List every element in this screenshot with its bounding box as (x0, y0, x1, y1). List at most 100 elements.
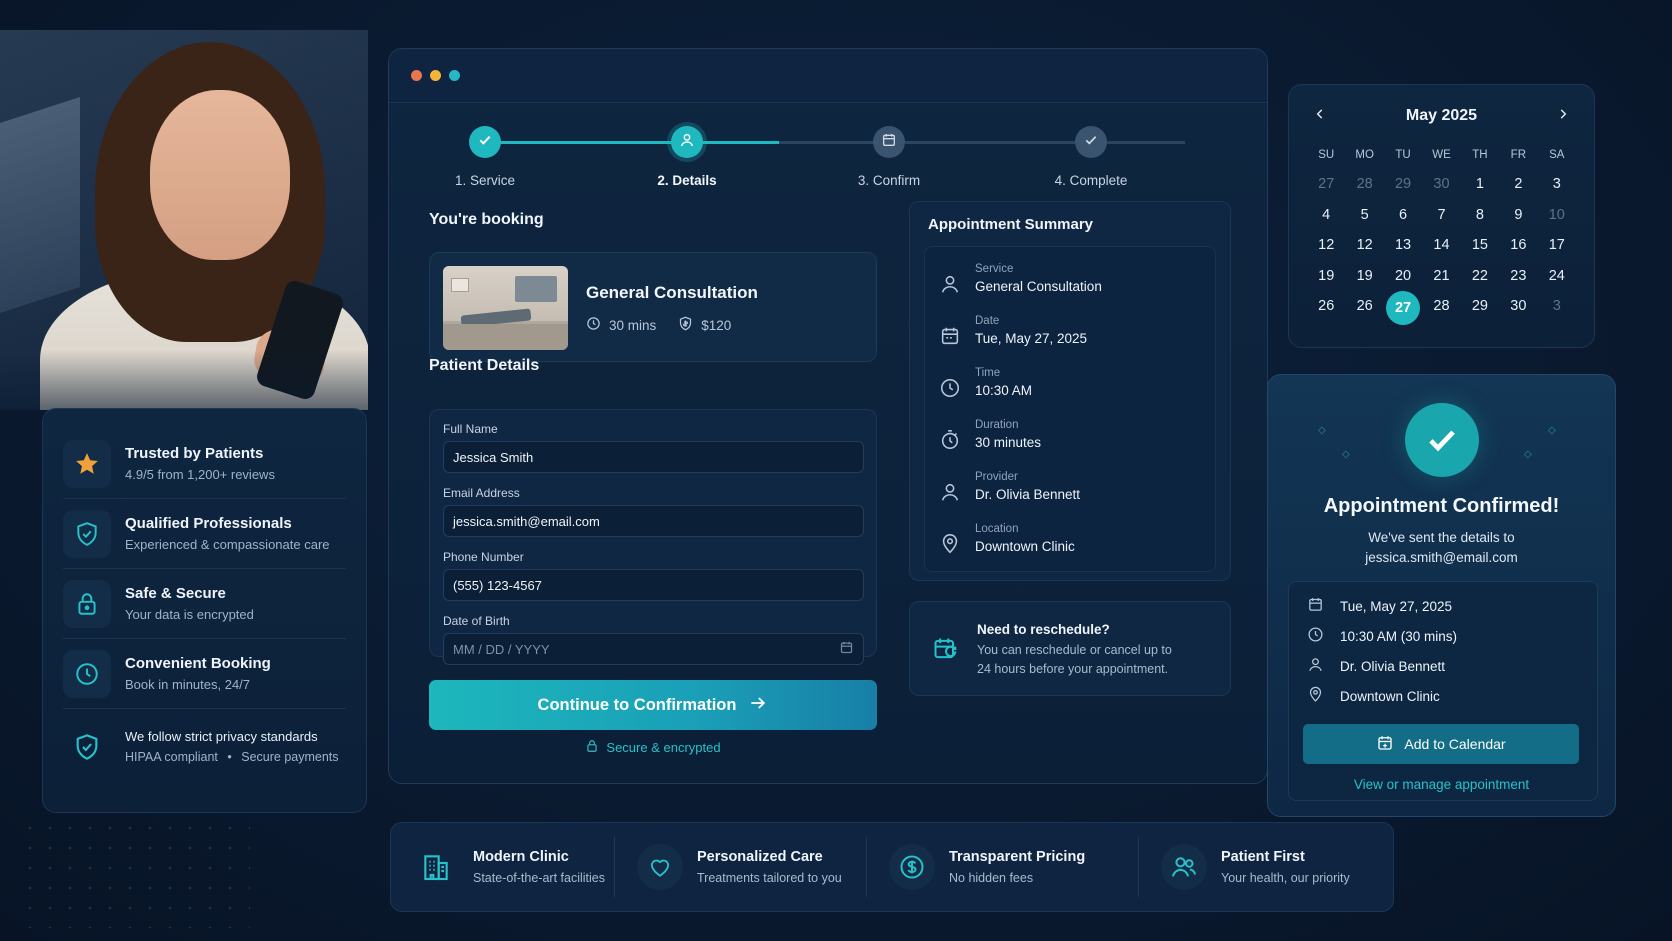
secure-note: Secure & encrypted (429, 739, 877, 756)
calendar-day[interactable]: 3 (1538, 291, 1576, 322)
calendar-day[interactable]: 5 (1345, 200, 1383, 231)
step-4-label[interactable]: 4. Complete (1055, 173, 1128, 188)
window-dot-close[interactable] (411, 70, 422, 81)
window-dot-maximize[interactable] (449, 70, 460, 81)
calendar-day[interactable]: 21 (1422, 261, 1460, 292)
summary-value: Tue, May 27, 2025 (975, 331, 1088, 346)
calendar-day-number: 24 (1548, 267, 1565, 284)
dob-placeholder: MM / DD / YYYY (453, 641, 550, 657)
user-icon (1307, 656, 1324, 676)
privacy-separator: • (227, 750, 232, 764)
clock-icon (1307, 626, 1324, 646)
calendar-day[interactable]: 6 (1384, 200, 1422, 231)
privacy-payments: Secure payments (241, 750, 339, 764)
calendar-day[interactable]: 2 (1499, 169, 1537, 200)
calendar-day[interactable]: 22 (1461, 261, 1499, 292)
calendar-day[interactable]: 20 (1384, 261, 1422, 292)
reschedule-card: Need to reschedule? You can reschedule o… (909, 601, 1231, 696)
calendar-day-selected[interactable]: 27 (1384, 291, 1422, 325)
calendar-refresh-icon (932, 635, 960, 668)
stepper-progress-fill (485, 141, 779, 144)
chevron-right-icon[interactable] (1550, 101, 1576, 132)
calendar-day[interactable]: 30 (1499, 291, 1537, 322)
user-icon (939, 481, 961, 503)
sparkle-decoration: ◇ (1342, 449, 1350, 460)
step-1-label[interactable]: 1. Service (455, 173, 515, 188)
calendar-day[interactable]: 3 (1538, 169, 1576, 200)
phone-field[interactable]: (555) 123-4567 (443, 569, 864, 601)
summary-key: Time (975, 367, 1001, 379)
price-tag-icon (678, 316, 693, 334)
trust-title: Safe & Secure (125, 585, 226, 602)
calendar-icon (1307, 596, 1324, 616)
trust-panel: Trusted by Patients 4.9/5 from 1,200+ re… (42, 408, 367, 813)
calendar-day[interactable]: 15 (1461, 230, 1499, 261)
calendar-day-number: 3 (1552, 176, 1561, 192)
calendar-day[interactable]: 29 (1384, 169, 1422, 200)
calendar-day[interactable]: 16 (1499, 230, 1537, 261)
step-2-circle[interactable] (671, 126, 703, 158)
calendar-day[interactable]: 12 (1345, 230, 1383, 261)
calendar-day[interactable]: 12 (1307, 230, 1345, 261)
calendar-day[interactable]: 1 (1461, 169, 1499, 200)
calendar-day[interactable]: 13 (1384, 230, 1422, 261)
feature-subtitle: No hidden fees (949, 871, 1034, 885)
sparkle-decoration: ◇ (1524, 449, 1532, 460)
add-to-calendar-button[interactable]: Add to Calendar (1303, 724, 1579, 764)
heart-icon (637, 844, 683, 890)
email-field[interactable]: jessica.smith@email.com (443, 505, 864, 537)
step-3-circle[interactable] (873, 126, 905, 158)
calendar-day[interactable]: 19 (1345, 261, 1383, 292)
feature-transparent-pricing: Transparent Pricing No hidden fees (867, 837, 1139, 897)
calendar-day[interactable]: 19 (1307, 261, 1345, 292)
features-bar: Modern Clinic State-of-the-art facilitie… (390, 822, 1394, 912)
step-4-circle[interactable] (1075, 126, 1107, 158)
privacy-title: We follow strict privacy standards (125, 729, 318, 744)
calendar-day[interactable]: 30 (1422, 169, 1460, 200)
full-name-field[interactable]: Jessica Smith (443, 441, 864, 473)
clinic-room-image (443, 266, 568, 350)
booking-window: 1. Service 2. Details 3. Confirm 4. Comp… (388, 48, 1268, 784)
calendar-icon[interactable] (839, 640, 854, 658)
calendar-day[interactable]: 28 (1345, 169, 1383, 200)
check-icon (1083, 132, 1099, 153)
calendar-day[interactable]: 4 (1307, 200, 1345, 231)
calendar-day[interactable]: 14 (1422, 230, 1460, 261)
calendar-day[interactable]: 26 (1345, 291, 1383, 322)
calendar-day[interactable]: 27 (1307, 169, 1345, 200)
calendar-day-number: 23 (1510, 267, 1527, 284)
chevron-left-icon[interactable] (1307, 101, 1333, 132)
calendar-day[interactable]: 17 (1538, 230, 1576, 261)
dob-field[interactable]: MM / DD / YYYY (443, 633, 864, 665)
calendar-day[interactable]: 9 (1499, 200, 1537, 231)
calendar-day[interactable]: 8 (1461, 200, 1499, 231)
calendar-day[interactable]: 24 (1538, 261, 1576, 292)
summary-row-time: Time 10:30 AM (939, 367, 1032, 399)
summary-key: Date (975, 315, 1000, 327)
window-dot-minimize[interactable] (430, 70, 441, 81)
appointment-summary: Appointment Summary Service General Consu… (909, 201, 1231, 581)
continue-button[interactable]: Continue to Confirmation (429, 680, 877, 730)
step-2-label[interactable]: 2. Details (657, 173, 716, 188)
calendar-day[interactable]: 23 (1499, 261, 1537, 292)
full-name-label: Full Name (443, 422, 498, 436)
calendar-day[interactable]: 29 (1461, 291, 1499, 322)
calendar-day[interactable]: 7 (1422, 200, 1460, 231)
summary-value: Downtown Clinic (975, 539, 1075, 554)
calendar-grid: SU MO TU WE TH FR SA 27 28 29 30 1 2 3 4 5 6 7 8 9 10 12 12 13 1… (1307, 141, 1576, 325)
calendar-day-number: 21 (1433, 267, 1450, 284)
calendar-day-number: 8 (1475, 206, 1484, 223)
privacy-hipaa: HIPAA compliant (125, 750, 218, 764)
calendar-day[interactable]: 28 (1422, 291, 1460, 322)
step-1-circle[interactable] (469, 126, 501, 158)
calendar-day-number: 27 (1318, 176, 1335, 192)
calendar-day-number: 20 (1394, 267, 1412, 284)
calendar-day-number: 29 (1471, 298, 1488, 314)
service-card: General Consultation 30 mins $120 (429, 252, 877, 362)
calendar-day[interactable]: 26 (1307, 291, 1345, 322)
calendar-day[interactable]: 10 (1538, 200, 1576, 231)
step-3-label[interactable]: 3. Confirm (858, 173, 920, 188)
clock-icon (586, 316, 601, 334)
manage-appointment-link[interactable]: View or manage appointment (1268, 777, 1615, 792)
service-meta: 30 mins $120 (586, 316, 731, 334)
